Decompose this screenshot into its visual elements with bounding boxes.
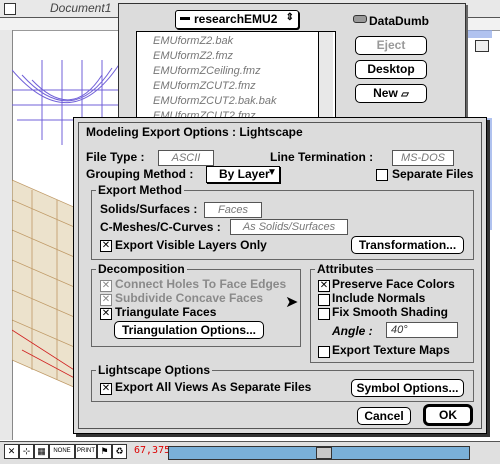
ok-button[interactable]: OK <box>424 405 472 425</box>
background-window <box>466 38 500 118</box>
export-options-dialog: Modeling Export Options : Lightscape Fil… <box>73 117 487 434</box>
triangulate-label: Triangulate Faces <box>115 305 217 319</box>
file-picker-dialog: ▬ researchEMU2 ⇕ DataDumb EMUformZ2.bak … <box>118 3 466 125</box>
disk-label: DataDumb <box>369 14 430 28</box>
document-title: Document1 <box>50 1 112 15</box>
transformation-button[interactable]: Transformation... <box>351 236 464 254</box>
file-type-label: File Type : <box>86 150 145 164</box>
triangulation-options-button[interactable]: Triangulation Options... <box>114 321 264 339</box>
grouping-method-label: Grouping Method : <box>86 167 194 181</box>
folder-icon: ▱ <box>401 89 409 100</box>
separate-files-checkbox[interactable] <box>376 169 388 181</box>
attributes-title: Attributes <box>315 262 376 276</box>
folder-name: researchEMU2 <box>194 12 278 26</box>
subdivide-checkbox[interactable]: ✕ <box>100 294 112 306</box>
chevron-down-icon: ▼ <box>267 167 277 178</box>
list-item[interactable]: EMUformZ2.bak <box>153 35 233 47</box>
list-item[interactable]: EMUformZCUT2.fmz <box>153 80 256 92</box>
close-icon[interactable]: ✕ <box>4 444 19 459</box>
decomposition-title: Decomposition <box>96 262 187 276</box>
solids-field[interactable]: Faces <box>204 202 262 218</box>
mouse-pointer-icon: ➤ <box>285 294 299 311</box>
eject-button[interactable]: Eject <box>355 36 427 55</box>
cmeshes-label: C-Meshes/C-Curves : <box>100 220 221 234</box>
preserve-colors-checkbox[interactable]: ✕ <box>318 280 330 292</box>
subdivide-label: Subdivide Concave Faces <box>115 291 264 305</box>
print-toggle[interactable]: PRINT <box>75 444 97 459</box>
folder-popup[interactable]: ▬ researchEMU2 ⇕ <box>175 10 299 29</box>
angle-label: Angle : <box>332 324 373 338</box>
cmeshes-field[interactable]: As Solids/Surfaces <box>230 219 348 235</box>
list-item[interactable]: EMUformZCUT2.bak.bak <box>153 95 276 107</box>
dialog-title: Modeling Export Options : Lightscape <box>86 125 303 139</box>
export-visible-checkbox[interactable]: ✕ <box>100 240 112 252</box>
list-scrollbar[interactable] <box>318 32 333 122</box>
flag-icon[interactable]: ⚑ <box>97 444 112 459</box>
triangulate-checkbox[interactable]: ✕ <box>100 308 112 320</box>
lightscape-options-title: Lightscape Options <box>96 363 213 377</box>
export-method-title: Export Method <box>96 183 184 197</box>
desktop-button[interactable]: Desktop <box>355 60 427 79</box>
fix-shading-label: Fix Smooth Shading <box>332 305 448 319</box>
file-type-field[interactable]: ASCII <box>158 150 214 166</box>
export-texture-checkbox[interactable] <box>318 346 330 358</box>
export-views-checkbox[interactable]: ✕ <box>100 383 112 395</box>
grouping-method-select[interactable]: By Layer ▼ <box>206 166 280 183</box>
folder-icon: ▬ <box>180 12 190 23</box>
updown-arrow-icon: ⇕ <box>285 12 294 23</box>
export-texture-label: Export Texture Maps <box>332 343 450 357</box>
new-button-label: New <box>373 86 398 100</box>
include-normals-checkbox[interactable] <box>318 294 330 306</box>
include-normals-label: Include Normals <box>332 291 426 305</box>
recycle-icon[interactable]: ♻ <box>112 444 127 459</box>
list-item[interactable]: EMUformZCeiling.fmz <box>153 65 261 77</box>
window-box-icon[interactable] <box>475 40 489 52</box>
grouping-method-value: By Layer <box>219 167 270 181</box>
file-list[interactable]: EMUformZ2.bak EMUformZ2.fmz EMUformZCeil… <box>136 31 336 125</box>
scroll-thumb[interactable] <box>316 447 332 459</box>
preserve-colors-label: Preserve Face Colors <box>332 277 455 291</box>
angle-field[interactable]: 40° <box>386 322 458 338</box>
solids-label: Solids/Surfaces : <box>100 202 198 216</box>
connect-holes-checkbox[interactable]: ✕ <box>100 280 112 292</box>
disk-icon <box>353 15 367 23</box>
fix-shading-checkbox[interactable] <box>318 308 330 320</box>
symbol-options-button[interactable]: Symbol Options... <box>351 379 464 397</box>
cancel-button[interactable]: Cancel <box>357 407 411 425</box>
close-box-icon[interactable] <box>4 3 16 15</box>
separate-files-label: Separate Files <box>392 167 474 181</box>
line-termination-label: Line Termination : <box>270 150 374 164</box>
export-visible-label: Export Visible Layers Only <box>115 238 267 252</box>
list-item[interactable]: EMUformZ2.fmz <box>153 50 233 62</box>
connect-holes-label: Connect Holes To Face Edges <box>115 277 287 291</box>
grid-icon[interactable]: ▦ <box>34 444 49 459</box>
none-toggle[interactable]: NONE <box>49 444 75 459</box>
snap-icon[interactable]: ⊹ <box>19 444 34 459</box>
line-termination-field[interactable]: MS-DOS <box>392 150 454 166</box>
new-folder-button[interactable]: New ▱ <box>355 84 427 103</box>
export-views-label: Export All Views As Separate Files <box>115 380 312 394</box>
